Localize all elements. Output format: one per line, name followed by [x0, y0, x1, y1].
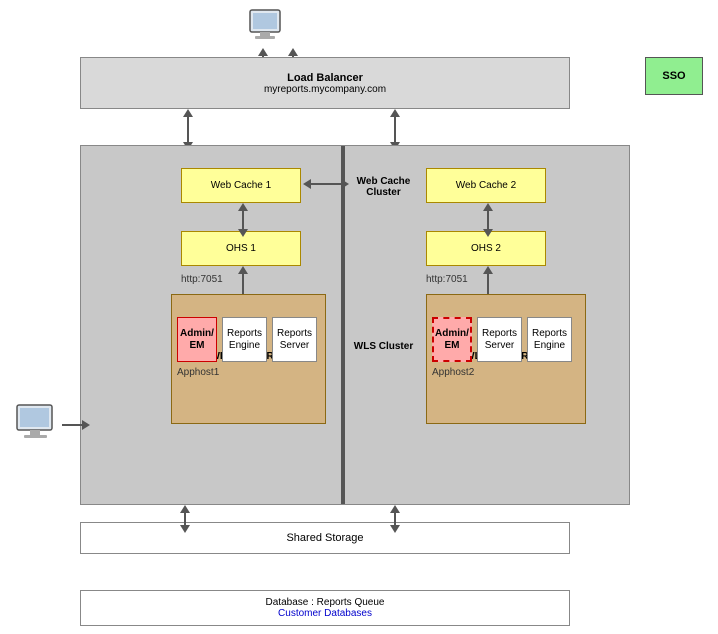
- arrow-main-storage2: [390, 505, 400, 533]
- computer-top: [245, 5, 285, 53]
- load-balancer-label: Load Balancer: [287, 72, 363, 84]
- web-cache-cluster-label: Web Cache Cluster: [346, 176, 421, 198]
- reports-server-1-box: Reports Server: [272, 317, 317, 362]
- wls-cluster-label: WLS Cluster: [346, 341, 421, 352]
- load-balancer-url: myreports.mycompany.com: [264, 84, 386, 95]
- arrow-wc2-ohs2: [483, 203, 493, 237]
- reports-engine-1-box: Reports Engine: [222, 317, 267, 362]
- shared-storage-label: Shared Storage: [286, 532, 363, 544]
- arrow-wc-left: [303, 179, 349, 189]
- apphost2-label: Apphost2: [432, 367, 474, 378]
- wls-reports1-box: WLS_REPORTS1 Admin/ EM Reports Server Re…: [426, 294, 586, 424]
- http-port-2-label: http:7051: [426, 274, 468, 285]
- database-box: Database : Reports Queue Customer Databa…: [80, 590, 570, 626]
- reports-engine-2-box: Reports Engine: [527, 317, 572, 362]
- sso-label: SSO: [662, 70, 685, 82]
- database-line2: Customer Databases: [278, 608, 372, 619]
- wls-reports-box: WLS_REPORTS Admin/ EM Reports Engine Rep…: [171, 294, 326, 424]
- main-outer-box: Web Cache Cluster Web Cache 1 Web Cache …: [80, 145, 630, 505]
- web-cache-1-box: Web Cache 1: [181, 168, 301, 203]
- http-port-1-label: http:7051: [181, 274, 223, 285]
- admin-em-1-box: Admin/ EM: [177, 317, 217, 362]
- load-balancer-box: Load Balancer myreports.mycompany.com: [80, 57, 570, 109]
- database-line1: Database : Reports Queue: [266, 597, 385, 608]
- admin-em-2-box: Admin/ EM: [432, 317, 472, 362]
- web-cache-2-box: Web Cache 2: [426, 168, 546, 203]
- arrow-lb-down-left: [183, 109, 193, 150]
- apphost1-label: Apphost1: [177, 367, 219, 378]
- arrow-lb-down-right: [390, 109, 400, 150]
- reports-server-2-box: Reports Server: [477, 317, 522, 362]
- arrow-main-storage: [180, 505, 190, 533]
- architecture-diagram: Load Balancer myreports.mycompany.com SS…: [0, 0, 718, 634]
- arrow-admin-right: [62, 420, 90, 430]
- cluster-divider: [341, 146, 345, 504]
- shared-storage-box: Shared Storage: [80, 522, 570, 554]
- sso-box: SSO: [645, 57, 703, 95]
- arrow-wc1-ohs1: [238, 203, 248, 237]
- computer-admin: [12, 400, 62, 453]
